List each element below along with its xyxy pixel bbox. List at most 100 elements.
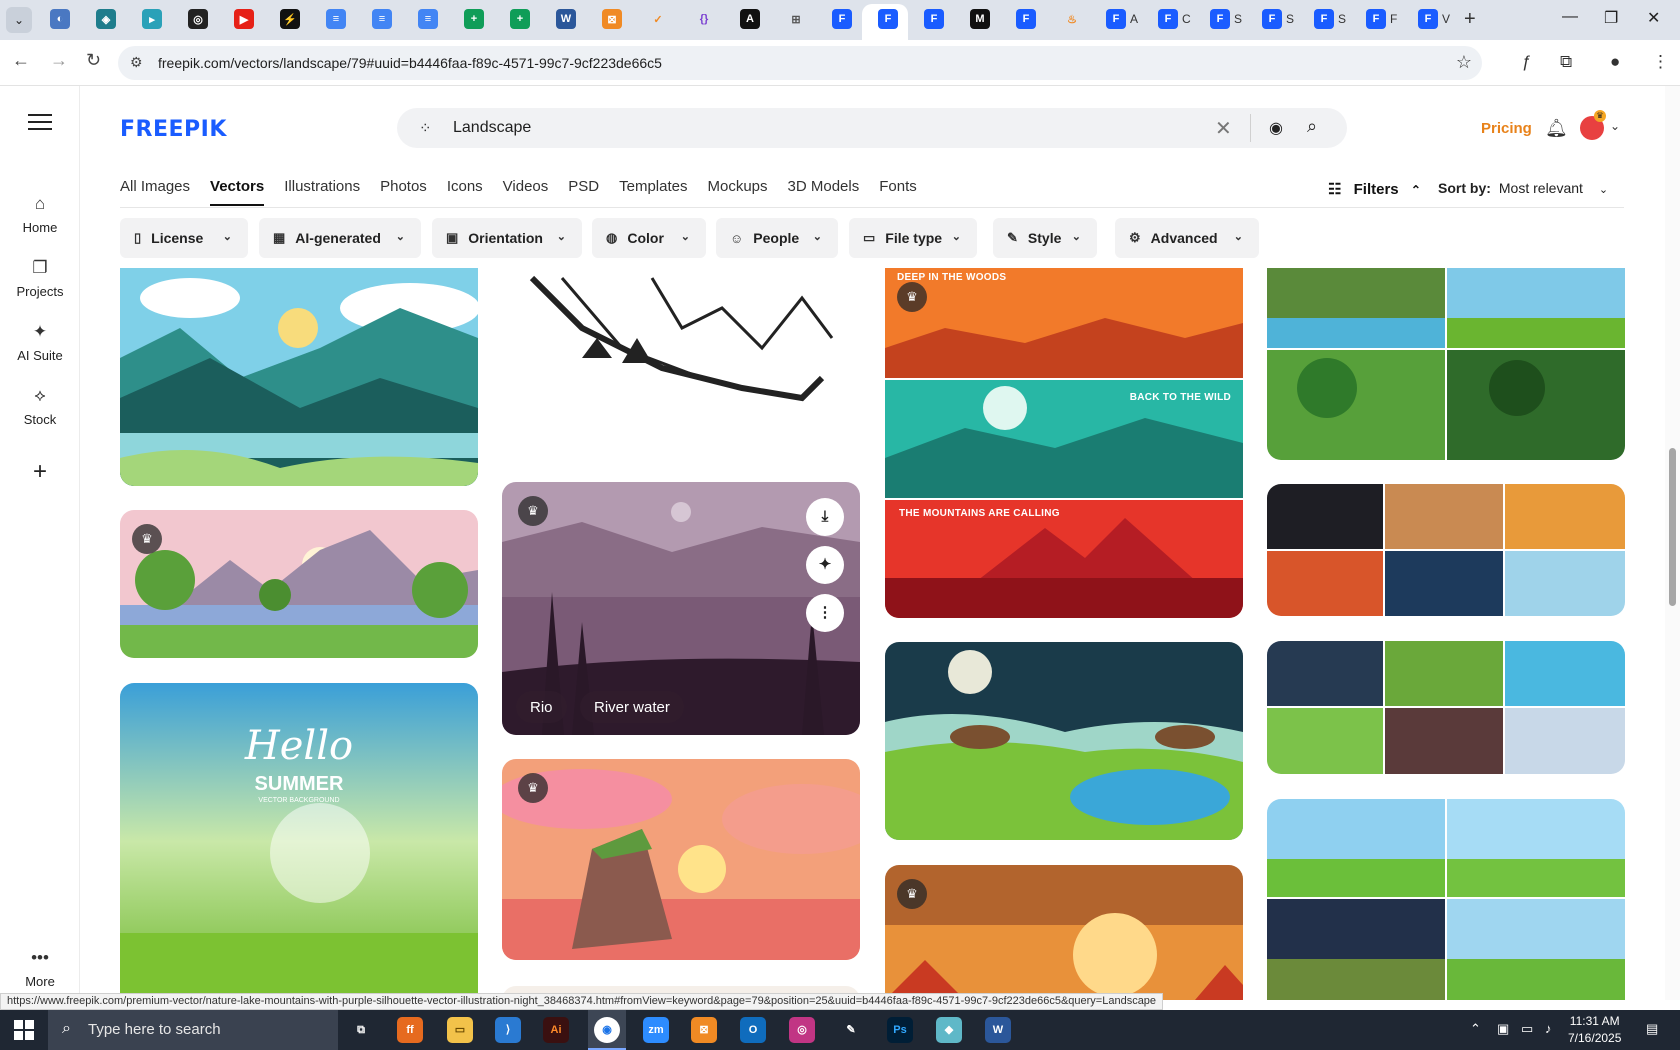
tab-photos[interactable]: Photos [380,178,427,206]
notifications-icon[interactable]: ▤ [1646,1021,1658,1037]
image-card[interactable] [885,642,1243,840]
freepik-tab-icon[interactable]: F [1016,9,1036,29]
chevron-down-icon[interactable]: ⌄ [1610,119,1620,133]
image-card[interactable] [1267,799,1625,1000]
word-icon[interactable]: W [985,1017,1011,1043]
filter-chip-file-type[interactable]: ▭ File type ⌄ [849,218,977,258]
image-card[interactable] [502,268,860,418]
image-card[interactable]: ♛ [120,510,478,658]
address-bar[interactable]: ⚙ freepik.com/vectors/landscape/79#uuid=… [118,46,1482,80]
tab-3d-models[interactable]: 3D Models [788,178,860,206]
notifications-bell-icon[interactable]: 🔔︎ [1545,118,1568,139]
rail-item-more[interactable]: ••• More [0,948,80,989]
tab-mockups[interactable]: Mockups [707,178,767,206]
image-card[interactable]: ♛ DEEP IN THE WOODS BACK TO THE WILD THE… [885,268,1243,618]
tray-app-icon[interactable]: ▣ [1497,1021,1509,1037]
outlook-icon[interactable]: O [740,1017,766,1043]
tab-favicon[interactable]: M [970,9,990,29]
tab-favicon[interactable]: ▸ [142,9,162,29]
tab-fonts[interactable]: Fonts [879,178,917,206]
tab-favicon[interactable]: {} [694,9,714,29]
profile-icon[interactable]: ● [1610,52,1620,72]
illustrator-icon[interactable]: Ai [543,1017,569,1043]
browser-menu-icon[interactable]: ⋮ [1652,52,1669,72]
freepik-tab-icon[interactable]: F [1106,9,1126,29]
extension-icon[interactable]: ƒ [1522,52,1531,72]
docs-icon[interactable]: ≡ [418,9,438,29]
pricing-link[interactable]: Pricing [1481,120,1532,137]
tab-search-button[interactable]: ⌄ [6,7,32,33]
filter-chip-style[interactable]: ✎ Style ⌄ [993,218,1097,258]
tab-favicon[interactable]: ◎ [188,9,208,29]
tab-favicon[interactable]: ⚡ [280,9,300,29]
rail-item-projects[interactable]: ❐ Projects [0,258,80,299]
tab-psd[interactable]: PSD [568,178,599,206]
filter-chip-people[interactable]: ☺ People ⌄ [716,218,838,258]
tab-favicon[interactable]: W [556,9,576,29]
rail-item-ai-suite[interactable]: ✦ AI Suite [0,322,80,363]
add-icon[interactable]: + [0,458,80,486]
photoshop-icon[interactable]: Ps [887,1017,913,1043]
camera-search-icon[interactable]: ◉ [1269,118,1283,138]
firefox-icon[interactable]: ff [397,1017,423,1043]
minimize-icon[interactable]: — [1562,8,1578,26]
search-icon[interactable]: ⌕ [1307,116,1317,137]
sheets-icon[interactable]: + [510,9,530,29]
tab-templates[interactable]: Templates [619,178,687,206]
rail-item-home[interactable]: ⌂ Home [0,194,80,235]
tab-favicon[interactable]: ◐ [50,9,70,29]
tab-videos[interactable]: Videos [503,178,549,206]
image-card[interactable] [120,268,478,486]
filter-chip-orientation[interactable]: ▣ Orientation ⌄ [432,218,582,258]
zoom-icon[interactable]: zm [643,1017,669,1043]
tab-favicon[interactable]: ⊞ [786,9,806,29]
freepik-tab-icon[interactable]: F [1366,9,1386,29]
vertical-scrollbar[interactable] [1665,86,1680,1000]
youtube-icon[interactable]: ▶ [234,9,254,29]
forward-icon[interactable]: → [50,50,68,71]
image-card[interactable] [1267,641,1625,774]
sheets-icon[interactable]: + [464,9,484,29]
freepik-tab-icon[interactable]: F [924,9,944,29]
tab-all-images[interactable]: All Images [120,178,190,206]
tab-illustrations[interactable]: Illustrations [284,178,360,206]
freepik-tab-icon[interactable]: F [1158,9,1178,29]
tray-chevron-icon[interactable]: ⌃ [1470,1021,1481,1037]
rail-item-stock[interactable]: ⟡ Stock [0,386,80,427]
freepik-tab-icon[interactable]: F [1210,9,1230,29]
more-options-icon[interactable]: ⋮ [806,594,844,632]
filters-toggle-button[interactable]: ☷ Filters ⌃ [1328,180,1421,198]
freepik-tab-icon[interactable]: F [1314,9,1334,29]
site-info-icon[interactable]: ⚙ [130,54,143,71]
pen-icon[interactable]: ✎ [838,1017,864,1043]
tab-favicon[interactable]: ⊠ [602,9,622,29]
hamburger-menu-icon[interactable] [28,114,52,135]
task-view-icon[interactable]: ⧉ [348,1017,374,1043]
sort-by-select[interactable]: Sort by: Most relevant ⌄ [1438,180,1608,196]
vscode-icon[interactable]: ⟩ [495,1017,521,1043]
search-input[interactable] [453,116,1153,140]
image-card[interactable]: ♛ [502,759,860,960]
ai-search-icon[interactable]: ⁘ [419,119,432,137]
tab-vectors[interactable]: Vectors [210,178,265,206]
image-card[interactable]: Hello SUMMER VECTOR BACKGROUND [120,683,478,1000]
image-card[interactable] [1267,268,1625,460]
taskbar-search-box[interactable]: ⌕ Type here to search [48,1010,338,1050]
docs-icon[interactable]: ≡ [326,9,346,29]
image-card[interactable] [1267,484,1625,616]
restore-icon[interactable]: ❐ [1604,8,1618,28]
scrollbar-thumb[interactable] [1669,448,1676,606]
new-tab-button[interactable]: + [1464,8,1476,31]
file-explorer-icon[interactable]: ▭ [447,1017,473,1043]
docs-icon[interactable]: ≡ [372,9,392,29]
chrome-icon[interactable]: ◉ [594,1017,620,1043]
filter-chip-license[interactable]: ▯ License ⌄ [120,218,248,258]
freepik-tab-icon[interactable]: F [1262,9,1282,29]
app-icon[interactable]: ⊠ [691,1017,717,1043]
back-icon[interactable]: ← [12,50,30,71]
close-icon[interactable]: ✕ [1647,8,1660,28]
url-text[interactable]: freepik.com/vectors/landscape/79#uuid=b4… [158,55,662,71]
image-card-hovered[interactable]: ♛ ⤓ ✦ ⋮ Rio River water [502,482,860,735]
reload-icon[interactable]: ↻ [86,50,101,71]
freepik-tab-icon[interactable]: F [1418,9,1438,29]
